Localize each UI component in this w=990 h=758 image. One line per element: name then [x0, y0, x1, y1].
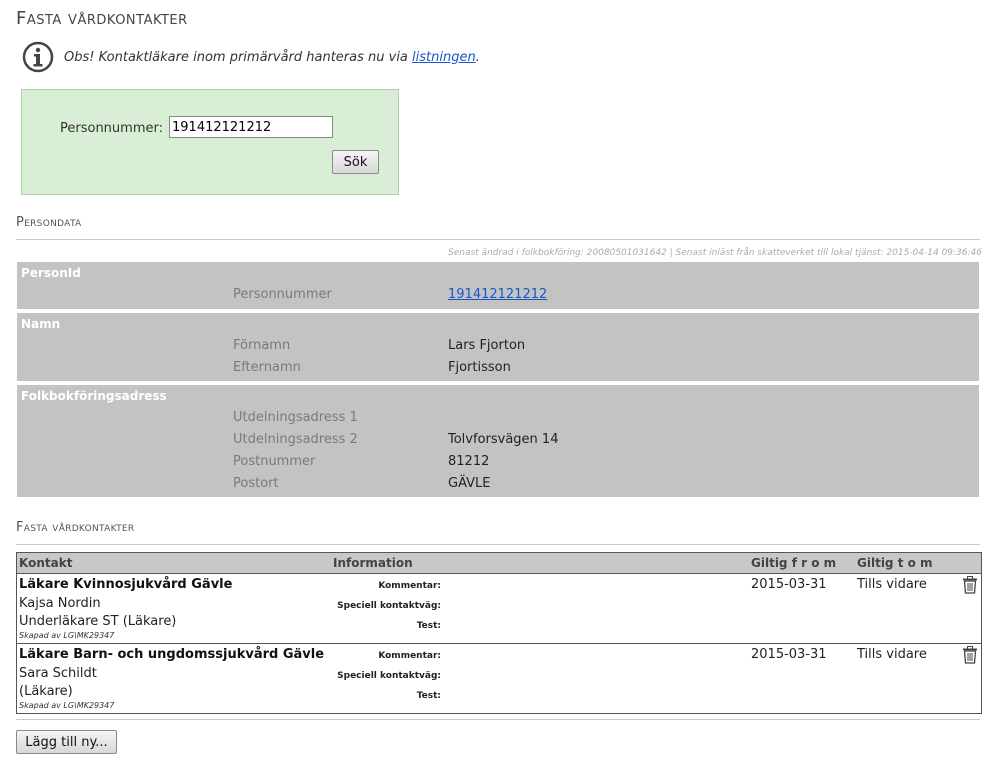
field-value: Tolvforsvägen 14 [448, 432, 559, 447]
contact-person: Kajsa Nordin [19, 596, 101, 611]
field-label: Efternamn [233, 360, 301, 375]
contact-role: Underläkare ST (Läkare) [19, 614, 177, 629]
field-value: GÄVLE [448, 476, 491, 491]
person-row: Postnummer 81212 [17, 452, 979, 474]
group-personid: PersonId Personnummer 191412121212 [17, 262, 979, 309]
group-folkbokforingsadress: Folkbokföringsadress Utdelningsadress 1 … [17, 385, 979, 497]
field-label: Personnummer [233, 287, 332, 302]
valid-from: 2015-03-31 [751, 647, 827, 662]
valid-to: Tills vidare [857, 647, 927, 662]
trash-icon[interactable] [962, 646, 978, 664]
field-label: Postort [233, 476, 279, 491]
column-header: Giltig t o m [857, 556, 933, 570]
persondata-title: Persondata [16, 215, 82, 230]
field-value: Fjortisson [448, 360, 511, 375]
personnummer-input[interactable] [169, 116, 333, 138]
update-meta: Senast ändrad i folkbokföring: 200805010… [448, 248, 982, 258]
table-row: Läkare Kvinnosjukvård Gävle Kajsa Nordin… [17, 574, 981, 644]
add-new-button[interactable]: Lägg till ny... [16, 730, 117, 754]
valid-to: Tills vidare [857, 577, 927, 592]
page-title: Fasta vårdkontakter [16, 8, 188, 29]
contacts-title: Fasta vårdkontakter [16, 520, 135, 535]
group-title: PersonId [21, 266, 81, 280]
trash-icon[interactable] [962, 576, 978, 594]
divider [16, 719, 980, 720]
valid-from: 2015-03-31 [751, 577, 827, 592]
contact-person: Sara Schildt [19, 666, 97, 681]
field-label: Postnummer [233, 454, 316, 469]
created-by: Skapad av LG\MK29347 [19, 701, 115, 710]
divider [16, 544, 980, 545]
personnummer-link[interactable]: 191412121212 [448, 287, 547, 302]
field-label: Förnamn [233, 338, 291, 353]
column-header: Giltig f r o m [751, 556, 837, 570]
notice-text: Obs! Kontaktläkare inom primärvård hante… [64, 49, 480, 65]
contacts-table: Kontakt Information Giltig f r o m Gilti… [16, 552, 982, 714]
contact-role: (Läkare) [19, 684, 73, 699]
divider [16, 239, 980, 240]
person-row: Förnamn Lars Fjorton [17, 336, 979, 358]
field-label: Utdelningsadress 1 [233, 410, 358, 425]
created-by: Skapad av LG\MK29347 [19, 631, 115, 640]
listningen-link[interactable]: listningen [412, 50, 476, 65]
notice: Obs! Kontaktläkare inom primärvård hante… [22, 40, 480, 74]
table-header: Kontakt Information Giltig f r o m Gilti… [17, 553, 981, 574]
person-row: Utdelningsadress 2 Tolvforsvägen 14 [17, 430, 979, 452]
table-row: Läkare Barn- och ungdomssjukvård Gävle S… [17, 644, 981, 713]
info-icon [22, 41, 54, 73]
info-label-kommentar: Kommentar: [378, 651, 441, 661]
person-row: Personnummer 191412121212 [17, 285, 979, 307]
search-panel: Personnummer: Sök [21, 89, 399, 195]
group-title: Folkbokföringsadress [21, 389, 167, 403]
column-header: Information [333, 556, 413, 570]
field-label: Utdelningsadress 2 [233, 432, 358, 447]
column-header: Kontakt [19, 556, 73, 570]
contact-unit: Läkare Barn- och ungdomssjukvård Gävle [19, 647, 325, 662]
person-row: Efternamn Fjortisson [17, 358, 979, 380]
group-namn: Namn Förnamn Lars Fjorton Efternamn Fjor… [17, 313, 979, 381]
search-button[interactable]: Sök [332, 150, 379, 174]
contact-unit: Läkare Kvinnosjukvård Gävle [19, 577, 233, 592]
person-row: Utdelningsadress 1 [17, 408, 979, 430]
person-row: Postort GÄVLE [17, 474, 979, 496]
group-title: Namn [21, 317, 61, 331]
info-label-test: Test: [416, 691, 441, 701]
info-label-kontaktvag: Speciell kontaktväg: [337, 601, 441, 611]
personnummer-label: Personnummer: [60, 121, 163, 136]
field-value: 81212 [448, 454, 490, 469]
info-label-kontaktvag: Speciell kontaktväg: [337, 671, 441, 681]
field-value: Lars Fjorton [448, 338, 526, 353]
info-label-test: Test: [416, 621, 441, 631]
info-label-kommentar: Kommentar: [378, 581, 441, 591]
